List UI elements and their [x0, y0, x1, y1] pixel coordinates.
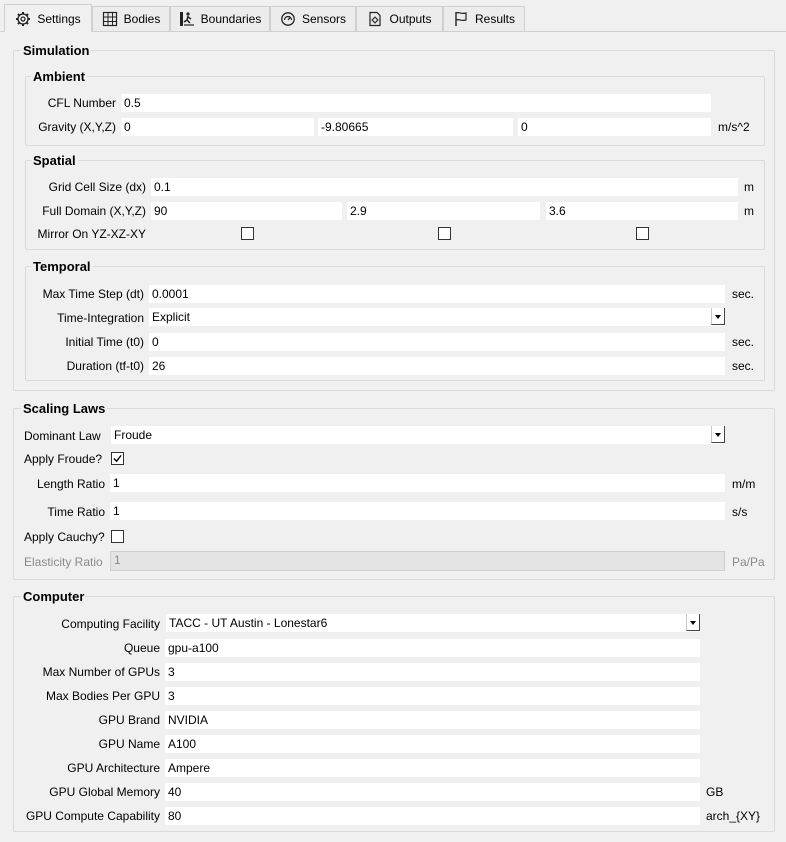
- domain-x-input[interactable]: 90: [151, 202, 342, 220]
- elasticity-label: Elasticity Ratio: [24, 555, 103, 569]
- time-ratio-unit: s/s: [732, 505, 748, 519]
- gpu-arch-input[interactable]: Ampere: [165, 759, 700, 777]
- simulation-title: Simulation: [21, 43, 92, 58]
- computer-title: Computer: [21, 589, 87, 604]
- duration-unit: sec.: [732, 359, 755, 373]
- grid-icon: [102, 11, 118, 27]
- dx-input[interactable]: 0.1: [151, 178, 738, 196]
- chevron-down-icon[interactable]: [711, 426, 725, 443]
- time-ratio-label: Time Ratio: [47, 505, 105, 519]
- gpu-cc-input[interactable]: 80: [165, 807, 700, 825]
- bodies-per-gpu-input[interactable]: 3: [165, 687, 700, 705]
- gravity-y-input[interactable]: -9.80665: [318, 118, 513, 136]
- queue-label: Queue: [123, 641, 160, 655]
- boundaries-icon: [179, 11, 195, 27]
- check-icon: [113, 454, 122, 463]
- integration-select[interactable]: Explicit: [149, 308, 725, 326]
- integration-label: Time-Integration: [57, 311, 144, 325]
- t0-unit: sec.: [732, 335, 755, 349]
- cfl-input[interactable]: 0.5: [121, 94, 711, 112]
- gravity-x-input[interactable]: 0: [121, 118, 314, 136]
- integration-value: Explicit: [152, 310, 191, 324]
- tab-outputs[interactable]: Outputs: [356, 6, 443, 31]
- queue-input[interactable]: gpu-a100: [165, 639, 700, 657]
- dominant-select[interactable]: Froude: [111, 426, 725, 444]
- dominant-value: Froude: [114, 428, 153, 442]
- mirror-yz-checkbox[interactable]: [241, 227, 254, 240]
- duration-input[interactable]: 26: [149, 357, 725, 375]
- gpu-memory-unit: GB: [706, 785, 724, 799]
- dt-unit: sec.: [732, 287, 755, 301]
- gpus-label: Max Number of GPUs: [42, 665, 160, 679]
- elasticity-unit: Pa/Pa: [732, 555, 765, 569]
- gpu-cc-label: GPU Compute Capability: [25, 809, 160, 823]
- froude-checkbox[interactable]: [111, 452, 124, 465]
- gear-icon: [15, 11, 31, 27]
- mirror-xz-checkbox[interactable]: [438, 227, 451, 240]
- bodies-per-gpu-label: Max Bodies Per GPU: [45, 689, 160, 703]
- tab-bodies[interactable]: Bodies: [92, 6, 170, 31]
- tab-label: Results: [474, 12, 515, 26]
- tab-boundaries[interactable]: Boundaries: [170, 6, 270, 31]
- t0-label: Initial Time (t0): [65, 335, 144, 349]
- facility-label: Computing Facility: [61, 617, 160, 631]
- time-ratio-input[interactable]: 1: [110, 502, 725, 520]
- tab-bar: Settings Bodies Boundaries Sensors Outpu…: [0, 0, 786, 32]
- domain-label: Full Domain (X,Y,Z): [42, 204, 146, 218]
- tab-results[interactable]: Results: [443, 6, 525, 31]
- gravity-z-input[interactable]: 0: [518, 118, 711, 136]
- flag-icon: [453, 11, 469, 27]
- gpu-cc-unit: arch_{XY}: [706, 809, 761, 823]
- scaling-title: Scaling Laws: [21, 401, 108, 416]
- tab-label: Bodies: [123, 12, 161, 26]
- facility-value: TACC - UT Austin - Lonestar6: [169, 616, 328, 630]
- gpus-input[interactable]: 3: [165, 663, 700, 681]
- gravity-label: Gravity (X,Y,Z): [38, 120, 116, 134]
- gpu-name-label: GPU Name: [98, 737, 160, 751]
- tab-label: Outputs: [389, 12, 432, 26]
- length-label: Length Ratio: [36, 477, 105, 491]
- chevron-down-icon[interactable]: [686, 614, 700, 631]
- cauchy-label: Apply Cauchy?: [24, 530, 105, 544]
- froude-label: Apply Froude?: [24, 452, 103, 466]
- length-input[interactable]: 1: [110, 474, 725, 492]
- gravity-unit: m/s^2: [718, 120, 750, 134]
- chevron-down-icon[interactable]: [711, 308, 725, 325]
- dx-unit: m: [744, 180, 754, 194]
- sensor-icon: [280, 11, 296, 27]
- gpu-brand-input[interactable]: NVIDIA: [165, 711, 700, 729]
- t0-input[interactable]: 0: [149, 333, 725, 351]
- duration-label: Duration (tf-t0): [66, 359, 144, 373]
- gpu-name-input[interactable]: A100: [165, 735, 700, 753]
- tab-settings[interactable]: Settings: [4, 4, 92, 32]
- length-unit: m/m: [732, 477, 756, 491]
- tab-label: Sensors: [301, 12, 347, 26]
- tab-label: Boundaries: [200, 12, 262, 26]
- mirror-xy-checkbox[interactable]: [636, 227, 649, 240]
- ambient-title: Ambient: [31, 69, 87, 84]
- tab-label: Settings: [37, 11, 81, 26]
- tab-bar-divider: [0, 31, 786, 32]
- gpu-arch-label: GPU Architecture: [67, 761, 160, 775]
- domain-y-input[interactable]: 2.9: [347, 202, 540, 220]
- mirror-label: Mirror On YZ-XZ-XY: [37, 227, 146, 241]
- domain-z-input[interactable]: 3.6: [546, 202, 738, 220]
- dominant-label: Dominant Law: [24, 429, 101, 443]
- elasticity-input: 1: [110, 551, 725, 571]
- dx-label: Grid Cell Size (dx): [48, 180, 146, 194]
- dt-label: Max Time Step (dt): [42, 287, 144, 301]
- spatial-title: Spatial: [31, 153, 78, 168]
- gpu-brand-label: GPU Brand: [98, 713, 160, 727]
- domain-unit: m: [744, 204, 754, 218]
- outputs-icon: [367, 11, 383, 27]
- tab-sensors[interactable]: Sensors: [270, 6, 356, 31]
- gpu-memory-label: GPU Global Memory: [49, 785, 160, 799]
- cauchy-checkbox[interactable]: [111, 530, 124, 543]
- dt-input[interactable]: 0.0001: [149, 285, 725, 303]
- cfl-label: CFL Number: [47, 96, 116, 110]
- gpu-memory-input[interactable]: 40: [165, 783, 700, 801]
- temporal-title: Temporal: [31, 259, 93, 274]
- facility-select[interactable]: TACC - UT Austin - Lonestar6: [166, 614, 700, 632]
